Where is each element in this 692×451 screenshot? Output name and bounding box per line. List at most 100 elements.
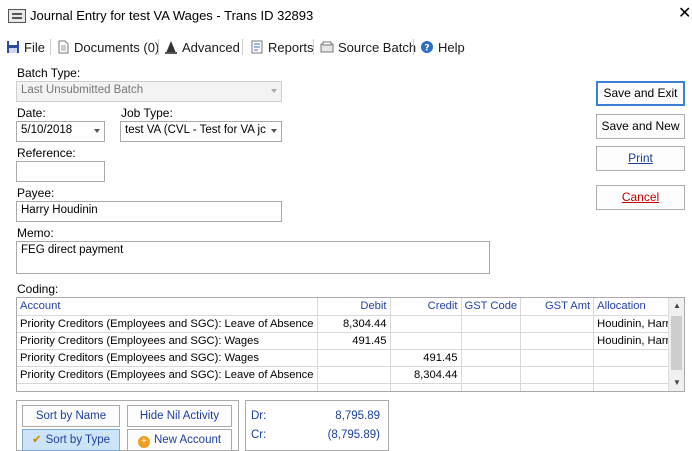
table-row[interactable]: Priority Creditors (Employees and SGC): … [17, 315, 682, 333]
save-and-new-label: Save and New [601, 119, 680, 133]
menu-source-batch-label: Source Batch [338, 39, 417, 55]
grid-header-row: Account Debit Credit GST Code GST Amt Al… [17, 298, 682, 316]
credit-total-label: Cr: [251, 429, 267, 441]
cell-account[interactable]: Priority Creditors (Employees and SGC): … [17, 332, 318, 350]
menu-documents-label: Documents (0) [74, 39, 160, 55]
table-row-empty[interactable] [17, 383, 682, 391]
print-label: Print [628, 151, 653, 165]
payee-input[interactable]: Harry Houdinin [16, 201, 282, 222]
save-and-exit-button[interactable]: Save and Exit [596, 81, 685, 106]
column-header-gst-code[interactable]: GST Code [461, 298, 522, 316]
table-row[interactable]: Priority Creditors (Employees and SGC): … [17, 349, 682, 367]
menu-advanced[interactable]: Advanced [164, 38, 240, 56]
checkmark-pencil-icon: ✔ [32, 434, 42, 446]
chevron-down-icon [271, 129, 277, 133]
menu-bar: File Documents (0) Advanced Reports Sour… [0, 34, 692, 58]
reference-input[interactable] [16, 161, 105, 182]
cell-credit[interactable] [390, 315, 462, 333]
job-type-label: Job Type: [121, 106, 173, 120]
hide-nil-activity-label: Hide Nil Activity [139, 410, 220, 422]
menu-reports[interactable]: Reports [250, 38, 314, 56]
menu-help-label: Help [438, 39, 465, 55]
cell-debit[interactable] [317, 349, 391, 367]
cancel-button[interactable]: Cancel [596, 185, 685, 210]
sort-by-name-button[interactable]: Sort by Name [22, 405, 120, 427]
svg-text:?: ? [424, 44, 429, 54]
coding-grid[interactable]: Account Debit Credit GST Code GST Amt Al… [16, 297, 685, 392]
scrollbar-thumb[interactable] [671, 316, 682, 370]
chevron-down-icon [271, 89, 277, 93]
menu-file-label: File [24, 39, 45, 55]
cell-gst-amt[interactable] [520, 349, 595, 367]
coding-label: Coding: [17, 282, 59, 296]
column-header-account[interactable]: Account [17, 298, 318, 316]
close-icon[interactable]: ✕ [678, 5, 691, 23]
payee-label: Payee: [17, 186, 55, 200]
memo-label: Memo: [17, 226, 54, 240]
cell-gst-code[interactable] [461, 315, 522, 333]
date-label: Date: [17, 106, 46, 120]
menu-help[interactable]: ? Help [420, 38, 465, 56]
scroll-up-icon[interactable]: ▲ [673, 301, 681, 310]
window-title: Journal Entry for test VA Wages - Trans … [30, 8, 314, 23]
date-value: 5/10/2018 [21, 124, 73, 136]
document-icon [56, 40, 70, 54]
hide-nil-activity-button[interactable]: Hide Nil Activity [127, 405, 232, 427]
table-row[interactable]: Priority Creditors (Employees and SGC): … [17, 332, 682, 350]
grid-scrollbar[interactable]: ▲ ▼ [668, 298, 684, 391]
cell-debit[interactable]: 8,304.44 [317, 315, 391, 333]
new-account-button[interactable]: + New Account [127, 429, 232, 451]
chevron-down-icon [94, 129, 100, 133]
menu-file[interactable]: File [6, 38, 45, 56]
job-type-dropdown[interactable]: test VA (CVL - Test for VA jc [120, 121, 282, 142]
debit-total-label: Dr: [251, 410, 267, 422]
wizard-hat-icon [164, 40, 178, 54]
print-button[interactable]: Print [596, 146, 685, 171]
debit-total-value: 8,795.89 [335, 410, 380, 422]
help-icon: ? [420, 40, 434, 54]
scroll-down-icon[interactable]: ▼ [673, 378, 681, 387]
cell-credit[interactable]: 491.45 [390, 349, 462, 367]
cell-gst-code[interactable] [461, 349, 522, 367]
column-header-gst-amt[interactable]: GST Amt [520, 298, 595, 316]
cell-gst-amt[interactable] [520, 332, 595, 350]
journal-app-icon [8, 9, 26, 23]
cell-debit[interactable]: 491.45 [317, 332, 391, 350]
batch-type-label: Batch Type: [17, 66, 81, 80]
menu-reports-label: Reports [268, 39, 314, 55]
sort-by-name-label: Sort by Name [35, 410, 107, 422]
column-header-credit[interactable]: Credit [390, 298, 462, 316]
save-and-exit-label: Save and Exit [603, 86, 678, 100]
add-icon: + [137, 436, 150, 448]
totals-panel: Dr: 8,795.89 Cr: (8,795.89) [245, 400, 389, 451]
cancel-label: Cancel [621, 190, 660, 204]
cell-credit[interactable]: 8,304.44 [390, 366, 462, 384]
menu-source-batch[interactable]: Source Batch [320, 38, 416, 56]
cell-credit[interactable] [390, 332, 462, 350]
cell-gst-amt[interactable] [520, 366, 595, 384]
menu-advanced-label: Advanced [182, 39, 240, 55]
cell-account[interactable]: Priority Creditors (Employees and SGC): … [17, 349, 318, 367]
batch-type-value: Last Unsubmitted Batch [21, 84, 144, 96]
cell-account[interactable]: Priority Creditors (Employees and SGC): … [17, 366, 318, 384]
reference-label: Reference: [17, 146, 76, 160]
menu-documents[interactable]: Documents (0) [56, 38, 159, 56]
cell-gst-code[interactable] [461, 332, 522, 350]
date-picker[interactable]: 5/10/2018 [16, 121, 105, 142]
cell-gst-amt[interactable] [520, 315, 595, 333]
batch-type-dropdown[interactable]: Last Unsubmitted Batch [16, 81, 282, 102]
cell-debit[interactable] [317, 366, 391, 384]
cell-gst-code[interactable] [461, 366, 522, 384]
sort-by-type-label: Sort by Type [45, 434, 110, 446]
memo-textarea[interactable]: FEG direct payment [16, 241, 490, 274]
job-type-value: test VA (CVL - Test for VA jc [125, 124, 266, 136]
new-account-label: New Account [153, 434, 222, 446]
table-row[interactable]: Priority Creditors (Employees and SGC): … [17, 366, 682, 384]
sort-by-type-button[interactable]: ✔ Sort by Type [22, 429, 120, 451]
column-header-debit[interactable]: Debit [317, 298, 391, 316]
save-and-new-button[interactable]: Save and New [596, 114, 685, 139]
save-disk-icon [6, 40, 20, 54]
cell-account[interactable]: Priority Creditors (Employees and SGC): … [17, 315, 318, 333]
batch-icon [320, 40, 334, 54]
credit-total-value: (8,795.89) [327, 429, 380, 441]
